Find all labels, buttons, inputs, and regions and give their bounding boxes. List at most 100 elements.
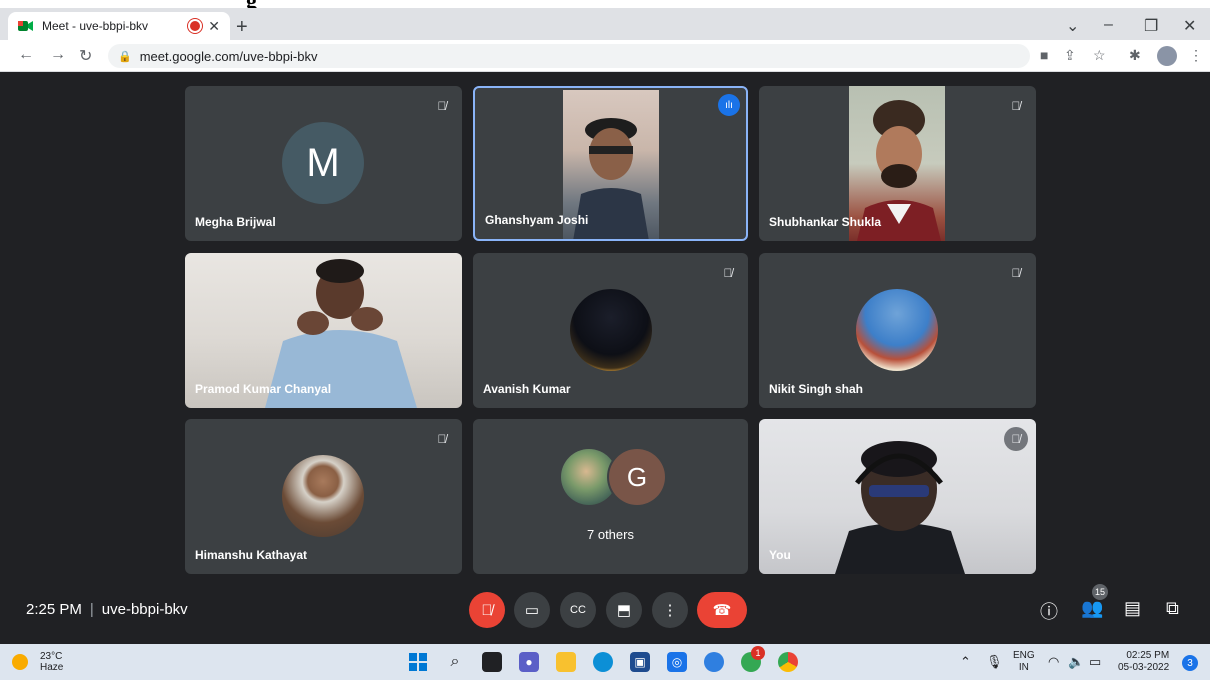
camera-button[interactable]: ▭ [514, 592, 550, 628]
microsoft-store-icon[interactable]: ▣ [630, 652, 650, 672]
participant-name: Megha Brijwal [195, 215, 276, 229]
more-vert-icon: ⋮ [662, 602, 678, 619]
tab-close-icon[interactable]: ✕ [208, 18, 220, 35]
show-hidden-icons-chevron-icon[interactable]: ⌃ [960, 654, 971, 670]
region-code: IN [1018, 662, 1029, 673]
participant-tile[interactable]: 🎙̸ Nikit Singh shah [759, 253, 1036, 408]
minimize-button[interactable]: – [1104, 16, 1113, 34]
close-window-button[interactable]: ✕ [1183, 16, 1196, 36]
volume-icon[interactable]: 🔈 [1068, 654, 1084, 670]
hang-up-icon: ☎ [712, 602, 732, 619]
weather-condition: Haze [40, 662, 64, 673]
taskbar-clock[interactable]: 02:25 PM 05-03-2022 [1118, 650, 1169, 674]
wifi-icon[interactable]: ◠ [1048, 654, 1059, 670]
avatar [570, 289, 652, 371]
chat-icon[interactable]: ▤ [1124, 598, 1141, 619]
camera-in-use-icon[interactable]: ■ [1040, 47, 1048, 63]
language-code: ENG [1013, 650, 1035, 661]
windows-taskbar: 23°C Haze ⌕ ● ▣ ◎ 1 ⌃ 🎙 ENG IN ◠ 🔈 ▭ 02:… [0, 644, 1210, 680]
muted-mic-icon: 🎙̸ [1011, 99, 1021, 113]
restore-button[interactable]: ❐ [1144, 16, 1158, 36]
edge-icon[interactable] [593, 652, 613, 672]
share-icon[interactable]: ⇪ [1064, 47, 1076, 64]
back-icon[interactable]: ← [18, 46, 34, 64]
leave-call-button[interactable]: ☎ [697, 592, 747, 628]
participant-name: Himanshu Kathayat [195, 548, 308, 562]
mic-off-icon: 🎙̸ [481, 601, 493, 619]
participant-count-badge: 15 [1092, 584, 1108, 600]
search-icon[interactable]: ⌕ [445, 652, 465, 672]
present-now-button[interactable]: ⬒ [606, 592, 642, 628]
participant-name: Pramod Kumar Chanyal [195, 382, 332, 396]
outlook-icon[interactable]: ◎ [667, 652, 687, 672]
participant-tile[interactable]: 🎙̸ Shubhankar Shukla [759, 86, 1036, 241]
captions-button[interactable]: CC [560, 592, 596, 628]
participant-name: Ghanshyam Joshi [485, 213, 589, 227]
camera-icon: ▭ [524, 602, 540, 619]
new-tab-button[interactable]: + [236, 16, 248, 39]
participant-tile-active-speaker[interactable]: ılı Ghanshyam Joshi [473, 86, 748, 241]
avatar [856, 289, 938, 371]
participant-tile[interactable]: 🎙̸ Himanshu Kathayat [185, 419, 462, 574]
participant-name: Avanish Kumar [483, 382, 571, 396]
tab-title: Meet - uve-bbpi-bkv [42, 19, 149, 33]
reload-icon[interactable]: ↻ [79, 46, 92, 66]
url-text: meet.google.com/uve-bbpi-bkv [139, 48, 318, 64]
meeting-time: 2:25 PM [26, 601, 82, 618]
avatar: M [282, 122, 364, 204]
recording-indicator-icon [190, 21, 201, 31]
windows-start-icon[interactable] [408, 652, 428, 672]
clock-date: 05-03-2022 [1118, 662, 1170, 673]
muted-mic-icon: 🎙̸ [1004, 427, 1028, 451]
avatar: G [609, 449, 665, 505]
file-explorer-icon[interactable] [556, 652, 576, 672]
meeting-info: 2:25 PM | uve-bbpi-bkv [26, 601, 188, 618]
more-options-button[interactable]: ⋮ [652, 592, 688, 628]
participant-tile[interactable]: 🎙̸ Avanish Kumar [473, 253, 748, 408]
chrome-icon[interactable] [778, 652, 798, 672]
participant-name: You [769, 548, 791, 562]
muted-mic-icon: 🎙̸ [437, 432, 447, 446]
google-meet-icon [18, 20, 34, 32]
whatsapp-icon[interactable]: 1 [741, 646, 765, 672]
language-indicator[interactable]: ENG IN [1013, 650, 1035, 674]
url-field[interactable]: 🔒 meet.google.com/uve-bbpi-bkv [108, 44, 1030, 68]
microphone-tray-icon[interactable]: 🎙 [986, 654, 1003, 670]
others-tile[interactable]: G 7 others [473, 419, 748, 574]
self-video [759, 419, 1036, 574]
task-view-icon[interactable] [482, 652, 502, 672]
clock-time: 02:25 PM [1126, 650, 1170, 661]
activities-icon[interactable]: ⧉ [1166, 598, 1179, 619]
muted-mic-icon: 🎙̸ [723, 266, 733, 280]
temperature: 23°C [40, 651, 63, 662]
participant-tile[interactable]: Pramod Kumar Chanyal [185, 253, 462, 408]
lock-icon: 🔒 [118, 50, 132, 63]
others-count-label: 7 others [587, 527, 634, 542]
weather-widget[interactable]: 23°C Haze [40, 651, 63, 673]
teams-chat-icon[interactable]: ● [519, 652, 539, 672]
weather-icon[interactable] [12, 654, 28, 670]
microphone-off-button[interactable]: 🎙̸ [469, 592, 505, 628]
muted-mic-icon: 🎙̸ [437, 99, 447, 113]
browser-menu-icon[interactable]: ⋮ [1189, 47, 1203, 64]
browser-tab-meet[interactable]: Meet - uve-bbpi-bkv ✕ [8, 12, 230, 40]
battery-icon[interactable]: ▭ [1089, 654, 1101, 670]
bookmark-star-icon[interactable]: ☆ [1093, 47, 1106, 64]
self-tile[interactable]: 🎙̸ You [759, 419, 1036, 574]
profile-avatar[interactable] [1157, 46, 1177, 66]
notification-count-badge[interactable]: 3 [1182, 655, 1198, 671]
avatar [282, 455, 364, 537]
present-screen-icon: ⬒ [616, 602, 632, 619]
participant-tile[interactable]: 🎙̸ M Megha Brijwal [185, 86, 462, 241]
background-page-strip: g [0, 0, 1210, 13]
forward-icon[interactable]: → [50, 46, 66, 64]
meeting-code: uve-bbpi-bkv [101, 601, 188, 618]
meeting-details-icon[interactable]: ⓘ [1040, 598, 1058, 624]
tab-search-chevron-icon[interactable]: ⌄ [1066, 16, 1079, 36]
extensions-icon[interactable]: ✱ [1129, 47, 1141, 64]
edge-dev-icon[interactable] [704, 652, 724, 672]
address-bar-row: ← → ↻ 🔒 meet.google.com/uve-bbpi-bkv ■ ⇪… [0, 40, 1210, 72]
notification-badge: 1 [751, 646, 765, 660]
browser-tab-bar: Meet - uve-bbpi-bkv ✕ + ⌄ – ❐ ✕ [0, 8, 1210, 40]
people-icon[interactable]: 👥 [1081, 598, 1103, 619]
